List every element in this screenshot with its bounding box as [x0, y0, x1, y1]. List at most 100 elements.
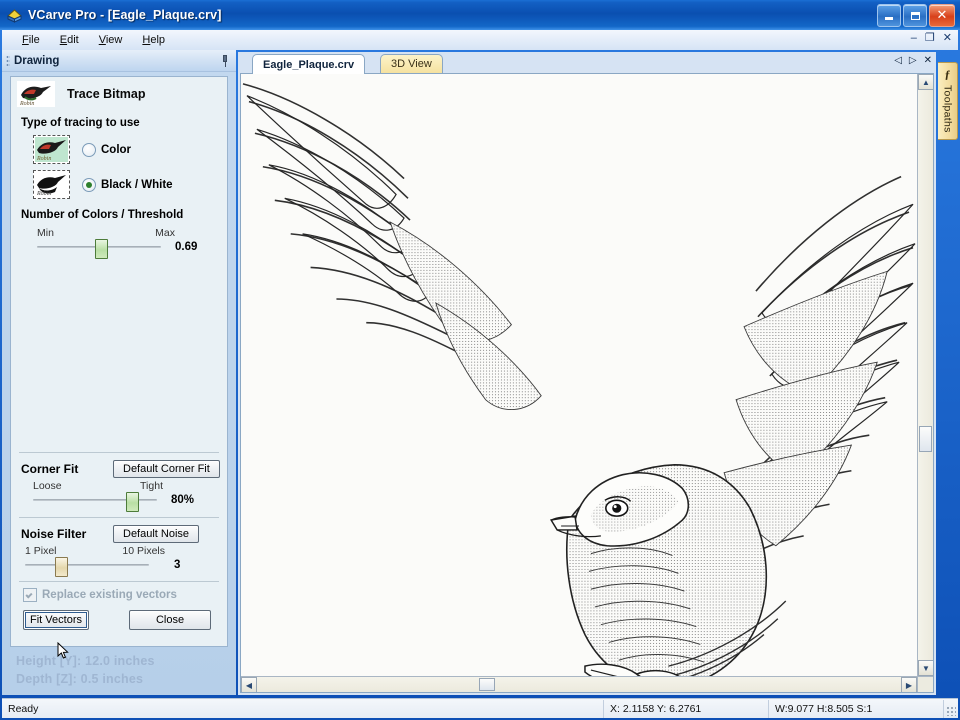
corner-fit-slider-row: 80% — [33, 492, 227, 512]
default-corner-fit-button[interactable]: Default Corner Fit — [113, 460, 220, 478]
scroll-left-button[interactable]: ◀ — [241, 677, 257, 692]
tab-navigation: ◁ ▷ ✕ — [894, 55, 932, 66]
corner-fit-row: Corner Fit Default Corner Fit — [21, 460, 227, 478]
corner-fit-slider[interactable] — [33, 492, 157, 512]
divider-noise-filter — [19, 517, 219, 518]
threshold-label: Number of Colors / Threshold — [21, 209, 184, 221]
menu-item-help[interactable]: Help — [132, 32, 175, 48]
chevron-left-icon: ◀ — [245, 680, 253, 690]
scroll-down-button[interactable]: ▼ — [918, 660, 933, 676]
tracing-option-color-label[interactable]: Color — [101, 144, 131, 156]
robin-bitmap-icon: Robin — [17, 81, 55, 107]
tracing-option-color[interactable]: Robin Color — [33, 135, 227, 164]
corner-fit-range-labels: Loose Tight — [33, 480, 185, 492]
threshold-slider[interactable] — [37, 239, 161, 259]
noise-filter-max-label: 10 Pixels — [122, 545, 165, 557]
replace-vectors-row[interactable]: Replace existing vectors — [23, 588, 227, 602]
dock-title-bar: Drawing — [2, 50, 236, 72]
horizontal-scroll-thumb[interactable] — [479, 678, 495, 691]
noise-filter-min-label: 1 Pixel — [25, 545, 57, 557]
svg-text:Robin: Robin — [36, 156, 51, 162]
replace-vectors-label: Replace existing vectors — [42, 589, 177, 601]
corner-fit-label: Corner Fit — [21, 462, 79, 476]
panel-action-buttons: Fit Vectors Close — [23, 610, 227, 630]
menu-item-file[interactable]: FFileile — [12, 32, 50, 48]
toolpaths-vertical-tab[interactable]: ƒ Toolpaths — [938, 62, 958, 140]
corner-fit-max-label: Tight — [140, 480, 163, 492]
toolpath-icon: ƒ — [944, 67, 951, 81]
noise-filter-range-labels: 1 Pixel 10 Pixels — [25, 545, 187, 557]
svg-text:Robin: Robin — [36, 191, 51, 197]
ghost-depth-text: Depth [Z]: 0.5 inches — [16, 672, 144, 686]
robin-color-thumbnail[interactable]: Robin — [33, 135, 70, 164]
vcarve-window: VCarve Pro - [Eagle_Plaque.crv] ✕ FFilei… — [0, 0, 960, 720]
status-message: Ready — [2, 699, 604, 718]
title-bar: VCarve Pro - [Eagle_Plaque.crv] ✕ — [0, 0, 960, 30]
scroll-up-button[interactable]: ▲ — [918, 74, 933, 90]
threshold-slider-row: 0.69 — [37, 239, 227, 259]
scroll-right-button[interactable]: ▶ — [901, 677, 917, 692]
tab-next-icon[interactable]: ▷ — [909, 55, 917, 66]
divider-actions — [19, 581, 219, 582]
replace-vectors-checkbox[interactable] — [23, 588, 37, 602]
menu-bar: FFileile Edit View Help — [2, 30, 958, 50]
corner-fit-slider-thumb[interactable] — [126, 492, 139, 512]
minimize-button[interactable] — [877, 4, 901, 27]
ghost-height-text: Height [Y]: 12.0 inches — [16, 654, 155, 668]
tab-3d-view-label: 3D View — [391, 58, 432, 70]
radio-black-white[interactable] — [82, 177, 96, 192]
trace-bitmap-header: Robin Trace Bitmap — [11, 77, 227, 111]
mdi-minimize-button[interactable]: – — [911, 33, 917, 44]
mdi-close-button[interactable]: ✕ — [943, 33, 952, 44]
threshold-max-label: Max — [155, 227, 175, 239]
drag-grip-icon[interactable] — [6, 54, 10, 67]
drawing-canvas[interactable] — [241, 74, 917, 676]
status-coordinates: X: 2.1158 Y: 6.2761 — [604, 699, 769, 718]
tab-close-icon[interactable]: ✕ — [924, 55, 932, 66]
status-dimensions: W:9.077 H:8.505 S:1 — [769, 699, 944, 718]
trace-bitmap-panel: Robin Trace Bitmap Type of tracing to us… — [10, 76, 228, 647]
noise-filter-slider-thumb[interactable] — [55, 557, 68, 577]
canvas-vertical-scrollbar[interactable]: ▲ ▼ — [917, 74, 933, 676]
mdi-window-controls: – ❐ ✕ — [911, 33, 952, 44]
menu-item-edit[interactable]: Edit — [50, 32, 89, 48]
threshold-range-labels: Min Max — [37, 227, 197, 239]
window-title: VCarve Pro - [Eagle_Plaque.crv] — [28, 8, 222, 22]
mdi-restore-button[interactable]: ❐ — [925, 33, 935, 44]
threshold-value: 0.69 — [175, 241, 198, 253]
panel-heading: Trace Bitmap — [67, 87, 146, 101]
default-noise-button[interactable]: Default Noise — [113, 525, 200, 543]
noise-filter-row: Noise Filter Default Noise — [21, 525, 227, 543]
noise-filter-value: 3 — [174, 559, 181, 571]
robin-bw-thumbnail[interactable]: Robin — [33, 170, 70, 199]
canvas-container: ▲ ▼ ◀ ▶ — [240, 73, 934, 693]
resize-grip-icon[interactable] — [944, 700, 958, 718]
threshold-slider-thumb[interactable] — [95, 239, 108, 259]
close-panel-button[interactable]: Close — [129, 610, 211, 630]
window-buttons: ✕ — [877, 4, 955, 27]
threshold-min-label: Min — [37, 227, 54, 239]
vcarve-icon — [6, 7, 23, 24]
canvas-horizontal-scrollbar[interactable]: ◀ ▶ — [241, 676, 917, 692]
maximize-button[interactable] — [903, 4, 927, 27]
tracing-option-bw-label[interactable]: Black / White — [101, 179, 173, 191]
chevron-down-icon: ▼ — [922, 663, 930, 673]
document-tab-strip: Eagle_Plaque.crv 3D View ◁ ▷ ✕ — [238, 52, 936, 74]
menu-item-view[interactable]: View — [89, 32, 133, 48]
radio-color[interactable] — [82, 142, 96, 157]
fit-vectors-button[interactable]: Fit Vectors — [23, 610, 89, 630]
scrollbar-corner — [917, 676, 933, 692]
tab-prev-icon[interactable]: ◁ — [894, 55, 902, 66]
corner-fit-min-label: Loose — [33, 480, 62, 492]
close-button[interactable]: ✕ — [929, 4, 955, 27]
svg-text:Robin: Robin — [19, 101, 34, 107]
panel-spacer — [11, 254, 227, 446]
noise-filter-slider[interactable] — [25, 557, 160, 577]
close-icon: ✕ — [936, 7, 948, 23]
vertical-scroll-thumb[interactable] — [919, 426, 932, 452]
pin-icon[interactable] — [218, 54, 232, 68]
tab-3d-view[interactable]: 3D View — [380, 54, 443, 73]
tab-eagle-plaque[interactable]: Eagle_Plaque.crv — [252, 54, 366, 74]
chevron-right-icon: ▶ — [905, 680, 913, 690]
tracing-option-bw[interactable]: Robin Black / White — [33, 170, 227, 199]
